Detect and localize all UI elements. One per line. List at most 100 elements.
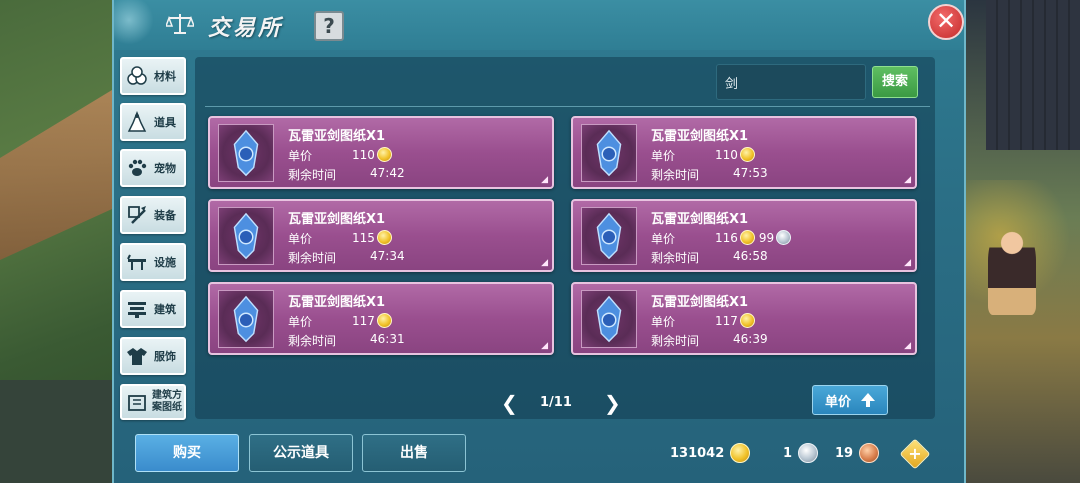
copper-coin-icon — [859, 443, 880, 463]
item-name: 瓦雷亚剑图纸X1 — [651, 212, 749, 227]
scales-icon — [166, 14, 194, 34]
copper-balance: 19 — [835, 443, 880, 463]
sidebar-item-materials[interactable]: 材料 — [120, 57, 186, 95]
prev-page-button[interactable]: ❮ — [501, 392, 518, 414]
building-icon — [128, 302, 146, 318]
sidebar-item-label: 设施 — [154, 256, 176, 269]
corner-mark-icon: ◢ — [904, 341, 911, 351]
price-label: 单价 — [288, 232, 313, 246]
sidebar-item-building[interactable]: 建筑 — [120, 290, 186, 328]
item-name: 瓦雷亚剑图纸X1 — [288, 212, 386, 227]
next-page-button[interactable]: ❯ — [604, 392, 621, 414]
gold-price: 115 — [352, 230, 375, 245]
blueprint-icon — [128, 395, 146, 411]
gold-price: 110 — [352, 147, 375, 162]
plus-icon: + — [908, 444, 922, 463]
window-title: 交易所 — [208, 16, 284, 41]
gold-coin-icon — [376, 313, 392, 328]
sword-blueprint-icon — [218, 207, 274, 265]
item-name: 瓦雷亚剑图纸X1 — [288, 129, 386, 144]
sidebar-item-label: 材料 — [154, 70, 176, 83]
remaining-time: 46:58 — [733, 249, 768, 263]
gold-coin-icon — [739, 230, 755, 245]
listing-card[interactable]: 瓦雷亚剑图纸X1 单价 117 剩余时间 46:39 ◢ — [571, 282, 917, 355]
corner-mark-icon: ◢ — [904, 258, 911, 268]
gold-balance: 131042 — [670, 443, 751, 463]
sell-button[interactable]: 出售 — [362, 434, 466, 472]
sidebar-item-props[interactable]: 道具 — [120, 103, 186, 141]
sidebar-item-equipment[interactable]: 装备 — [120, 196, 186, 234]
page-indicator: 1/11 — [540, 395, 572, 410]
price-label: 单价 — [288, 149, 313, 163]
search-input[interactable] — [716, 64, 866, 100]
sidebar-item-label: 宠物 — [154, 162, 176, 175]
corner-mark-icon: ◢ — [904, 175, 911, 185]
sidebar-item-pets[interactable]: 宠物 — [120, 149, 186, 187]
search-button[interactable]: 搜索 — [872, 66, 918, 98]
sidebar-item-label: 装备 — [154, 209, 176, 222]
item-name: 瓦雷亚剑图纸X1 — [651, 129, 749, 144]
copper-amount: 19 — [835, 445, 854, 461]
help-button[interactable]: ? — [314, 11, 344, 41]
listing-card[interactable]: 瓦雷亚剑图纸X1 单价 110 剩余时间 47:53 ◢ — [571, 116, 917, 189]
sort-arrow-icon — [861, 393, 876, 407]
gold-price: 116 — [715, 230, 738, 245]
scene-road — [0, 380, 112, 483]
gold-coin-icon — [739, 147, 755, 162]
scene-roof — [0, 90, 112, 260]
silver-coin-icon — [776, 230, 792, 245]
item-price: 110 — [713, 147, 755, 162]
time-label: 剩余时间 — [651, 334, 700, 348]
remaining-time: 47:53 — [733, 166, 768, 180]
sword-blueprint-icon — [218, 290, 274, 348]
paw-icon — [128, 159, 147, 176]
listing-card[interactable]: 瓦雷亚剑图纸X1 单价 117 剩余时间 46:31 ◢ — [208, 282, 554, 355]
title-decoration — [114, 0, 174, 50]
equipment-icon — [128, 206, 146, 224]
sidebar-item-clothing[interactable]: 服饰 — [120, 337, 186, 375]
sword-blueprint-icon — [581, 290, 637, 348]
price-label: 单价 — [288, 315, 313, 329]
player-character — [988, 225, 1036, 315]
sidebar-item-label: 服饰 — [154, 350, 176, 363]
notice-items-button[interactable]: 公示道具 — [249, 434, 353, 472]
buy-button[interactable]: 购买 — [135, 434, 239, 472]
price-label: 单价 — [651, 232, 676, 246]
gold-price: 117 — [352, 313, 375, 328]
silver-balance: 1 — [783, 443, 819, 463]
gold-coin-icon — [376, 230, 392, 245]
listing-card[interactable]: 瓦雷亚剑图纸X1 单价 116 99 剩余时间 46:58 ◢ — [571, 199, 917, 272]
item-name: 瓦雷亚剑图纸X1 — [288, 295, 386, 310]
sort-by-price-button[interactable]: 单价 — [812, 385, 888, 415]
listing-card[interactable]: 瓦雷亚剑图纸X1 单价 115 剩余时间 47:34 ◢ — [208, 199, 554, 272]
time-label: 剩余时间 — [651, 168, 700, 182]
remaining-time: 47:42 — [370, 166, 405, 180]
item-price: 117 — [713, 313, 755, 328]
sidebar-item-facility[interactable]: 设施 — [120, 243, 186, 281]
remaining-time: 46:31 — [370, 332, 405, 346]
corner-mark-icon: ◢ — [541, 175, 548, 185]
sword-blueprint-icon — [581, 124, 637, 182]
listing-card[interactable]: 瓦雷亚剑图纸X1 单价 110 剩余时间 47:42 ◢ — [208, 116, 554, 189]
time-label: 剩余时间 — [288, 334, 337, 348]
close-button[interactable]: ✕ — [928, 4, 964, 40]
facility-icon — [127, 254, 146, 270]
corner-mark-icon: ◢ — [541, 341, 548, 351]
title-bar: 交易所 ? — [114, 0, 964, 50]
gold-coin-icon — [730, 443, 751, 463]
item-name: 瓦雷亚剑图纸X1 — [651, 295, 749, 310]
time-label: 剩余时间 — [651, 251, 700, 265]
silver-coin-icon — [798, 443, 819, 463]
remaining-time: 47:34 — [370, 249, 405, 263]
corner-mark-icon: ◢ — [541, 258, 548, 268]
gold-amount: 131042 — [670, 445, 725, 461]
props-icon — [127, 111, 147, 132]
item-price: 116 99 — [713, 230, 792, 245]
gold-coin-icon — [376, 147, 392, 162]
game-scene-right — [966, 0, 1080, 483]
scene-wall — [986, 0, 1080, 150]
price-label: 单价 — [651, 315, 676, 329]
materials-icon — [127, 66, 147, 85]
sidebar-item-label: 建筑方案图纸 — [152, 390, 182, 413]
sidebar-item-blueprint[interactable]: 建筑方案图纸 — [120, 384, 186, 420]
